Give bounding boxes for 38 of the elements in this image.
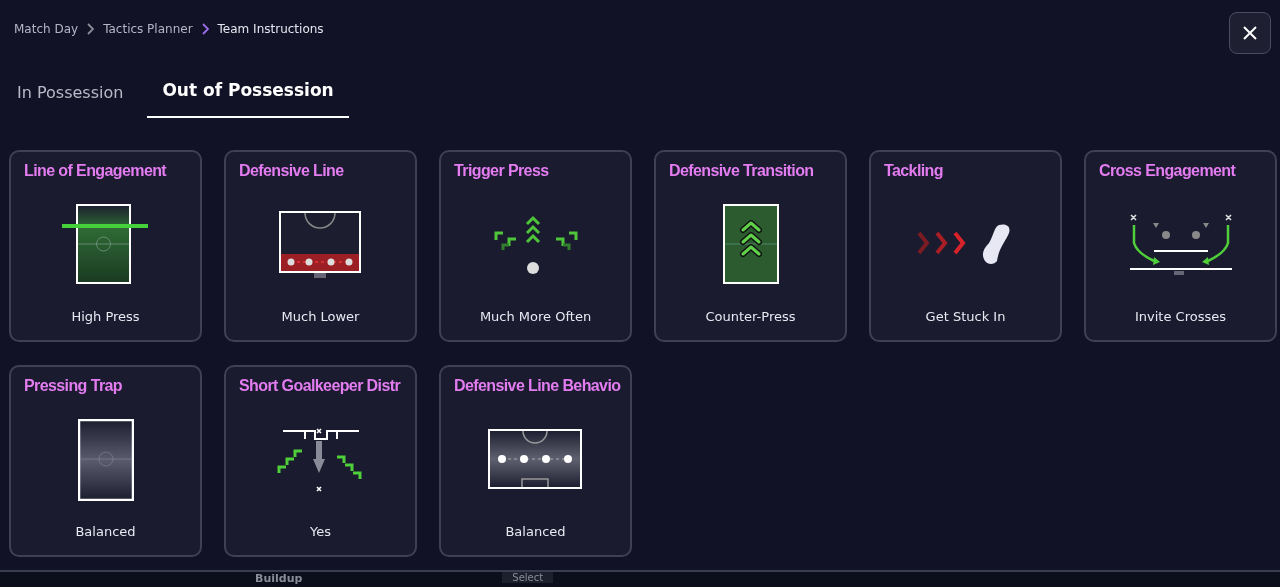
card-value: Get Stuck In — [925, 309, 1006, 324]
card-value: High Press — [71, 309, 140, 324]
instruction-card[interactable]: Tackling Get Stuck In — [869, 150, 1062, 342]
card-value: Counter-Press — [705, 309, 796, 324]
card-value: Much More Often — [479, 309, 592, 324]
instruction-card[interactable]: Short Goalkeeper Distr Yes — [224, 365, 417, 557]
card-value: Invite Crosses — [1135, 309, 1226, 324]
card-title: Pressing Trap — [24, 377, 123, 395]
chevron-icon — [86, 23, 96, 35]
card-value: Balanced — [505, 524, 566, 539]
card-value: Yes — [310, 524, 331, 539]
close-button[interactable] — [1229, 12, 1271, 54]
chevron-icon — [200, 23, 210, 35]
card-title: Defensive Line — [239, 162, 344, 180]
card-title: Defensive Transition — [669, 162, 814, 180]
section-heading: Buildup — [255, 572, 303, 585]
card-value: Balanced — [75, 524, 136, 539]
instruction-card[interactable]: Line of Engagement High Press — [9, 150, 202, 342]
breadcrumb-link[interactable]: Match Day — [14, 22, 79, 36]
instruction-card[interactable]: Defensive Line Much Lower — [224, 150, 417, 342]
card-title: Short Goalkeeper Distr — [239, 377, 401, 395]
instruction-card[interactable]: Cross Engagement Invite Crosses — [1084, 150, 1277, 342]
card-title: Defensive Line Behavio — [454, 377, 621, 395]
select-button[interactable]: Select — [502, 572, 554, 583]
card-title: Trigger Press — [454, 162, 549, 180]
tab[interactable]: Out of Possession — [147, 74, 349, 118]
card-title: Tackling — [884, 162, 943, 180]
breadcrumb-link[interactable]: Team Instructions — [217, 22, 324, 36]
instruction-card[interactable]: Pressing Trap Balanced — [9, 365, 202, 557]
instruction-card[interactable]: Trigger Press Much More Often — [439, 150, 632, 342]
close-icon — [1243, 26, 1257, 40]
card-value: Much Lower — [281, 309, 360, 324]
card-title: Cross Engagement — [1099, 162, 1236, 180]
tab[interactable]: In Possession — [17, 74, 124, 118]
instruction-card[interactable]: Defensive Transition Counter-Press — [654, 150, 847, 342]
instruction-card[interactable]: Defensive Line Behavio Balanced — [439, 365, 632, 557]
card-title: Line of Engagement — [24, 162, 167, 180]
breadcrumb-link[interactable]: Tactics Planner — [103, 22, 193, 36]
